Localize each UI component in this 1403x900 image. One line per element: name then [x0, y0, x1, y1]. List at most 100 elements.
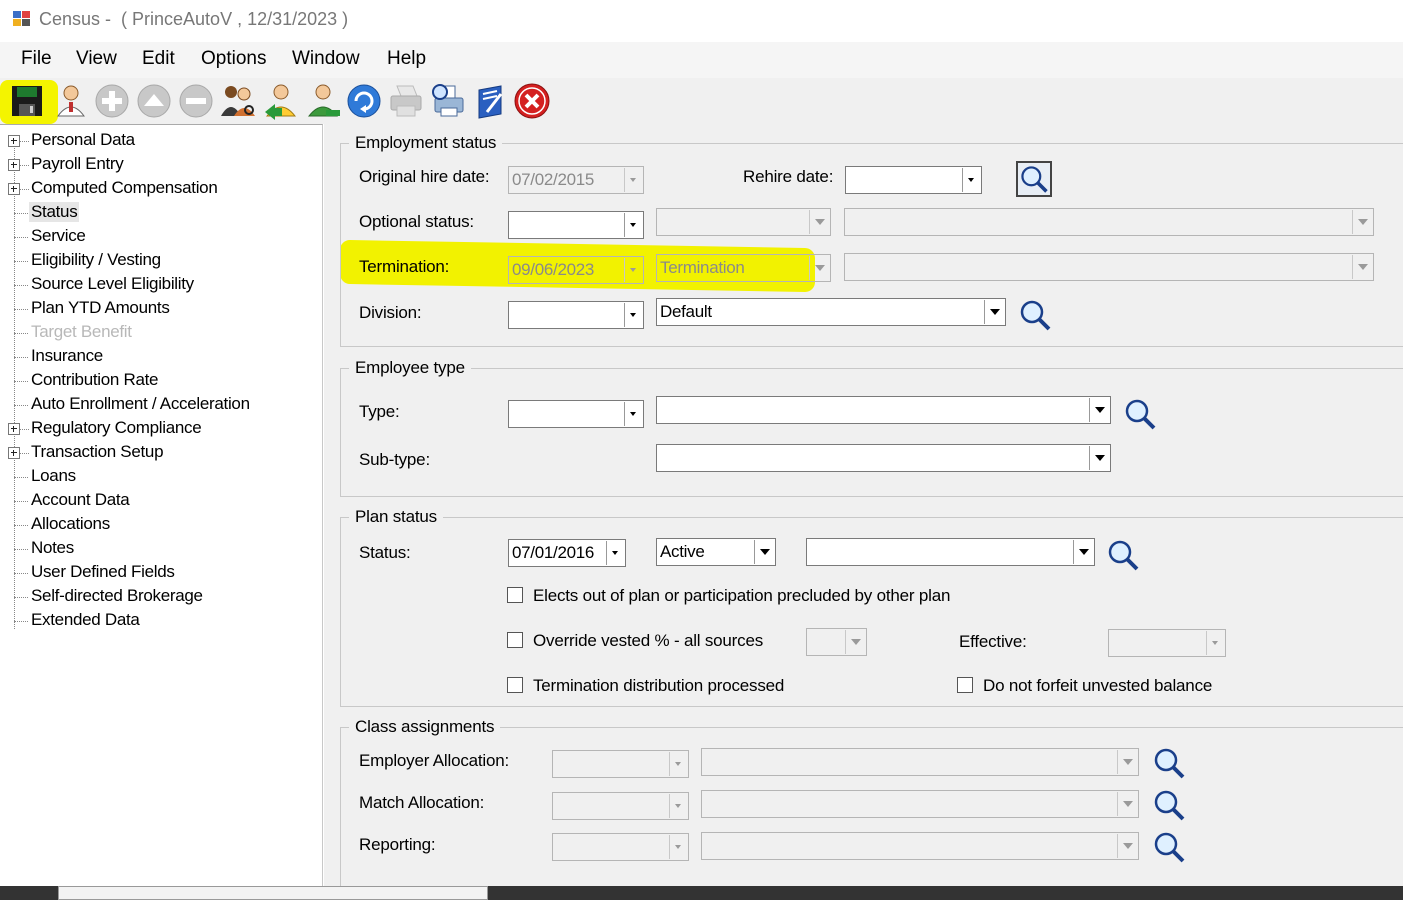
optional-status-description-select[interactable] — [844, 208, 1374, 236]
chevron-down-icon[interactable] — [1352, 210, 1372, 234]
search-icon[interactable] — [1151, 829, 1187, 865]
tree-item-service[interactable]: Service — [0, 225, 320, 249]
reporting-select[interactable] — [701, 832, 1139, 860]
do-not-forfeit-checkbox[interactable] — [957, 677, 973, 693]
expand-icon[interactable] — [8, 183, 20, 195]
reporting-date-field[interactable] — [552, 833, 689, 861]
chevron-down-icon[interactable] — [809, 256, 829, 280]
tree-item-allocations[interactable]: Allocations — [0, 513, 320, 537]
division-date-field[interactable] — [508, 301, 644, 329]
tree-item-plan-ytd-amounts[interactable]: Plan YTD Amounts — [0, 297, 320, 321]
match-allocation-date-field[interactable] — [552, 792, 689, 820]
employer-allocation-select[interactable] — [701, 748, 1139, 776]
search-icon[interactable] — [1151, 787, 1187, 823]
print-icon[interactable] — [387, 82, 425, 120]
calendar-dropdown-icon[interactable] — [624, 402, 642, 426]
search-icon[interactable] — [1151, 745, 1187, 781]
calendar-dropdown-icon[interactable] — [624, 303, 642, 327]
status-date-field[interactable]: 07/01/2016 — [508, 539, 626, 567]
tree-item-source-level-eligibility[interactable]: Source Level Eligibility — [0, 273, 320, 297]
menu-help[interactable]: Help — [387, 48, 426, 70]
search-icon[interactable] — [1105, 537, 1141, 573]
chevron-down-icon[interactable] — [1117, 792, 1137, 816]
taskbar-window-item[interactable] — [58, 886, 488, 900]
calendar-dropdown-icon[interactable] — [1206, 631, 1224, 655]
chevron-down-icon[interactable] — [809, 210, 829, 234]
chevron-down-icon[interactable] — [1117, 834, 1137, 858]
tree-item-contribution-rate[interactable]: Contribution Rate — [0, 369, 320, 393]
optional-status-date-field[interactable] — [508, 211, 644, 239]
calendar-dropdown-icon[interactable] — [669, 752, 687, 776]
menu-edit[interactable]: Edit — [142, 48, 175, 70]
menu-options[interactable]: Options — [201, 48, 266, 70]
print-preview-icon[interactable] — [429, 82, 467, 120]
tree-item-notes[interactable]: Notes — [0, 537, 320, 561]
tree-item-self-directed-brokerage[interactable]: Self-directed Brokerage — [0, 585, 320, 609]
status-description-select[interactable] — [806, 538, 1095, 566]
add-icon[interactable] — [93, 82, 131, 120]
person-edit-icon[interactable] — [304, 82, 342, 120]
chevron-down-icon[interactable] — [1352, 255, 1372, 279]
type-date-field[interactable] — [508, 400, 644, 428]
sub-type-select[interactable] — [656, 444, 1111, 472]
tree-item-loans[interactable]: Loans — [0, 465, 320, 489]
expand-icon[interactable] — [8, 135, 20, 147]
expand-icon[interactable] — [8, 159, 20, 171]
tree-item-status[interactable]: Status — [0, 201, 320, 225]
person-icon[interactable] — [52, 82, 90, 120]
menu-file[interactable]: File — [21, 48, 52, 70]
calendar-dropdown-icon[interactable] — [669, 835, 687, 859]
tree-item-user-defined-fields[interactable]: User Defined Fields — [0, 561, 320, 585]
expand-icon[interactable] — [8, 447, 20, 459]
up-icon[interactable] — [135, 82, 173, 120]
person-add-icon[interactable] — [262, 82, 300, 120]
calendar-dropdown-icon[interactable] — [962, 168, 980, 192]
search-icon[interactable] — [1017, 297, 1053, 333]
calendar-dropdown-icon[interactable] — [624, 168, 642, 192]
tree-item-regulatory-compliance[interactable]: Regulatory Compliance — [0, 417, 320, 441]
tree-item-insurance[interactable]: Insurance — [0, 345, 320, 369]
chevron-down-icon[interactable] — [1089, 398, 1109, 422]
search-icon[interactable] — [1016, 161, 1052, 197]
chevron-down-icon[interactable] — [1117, 750, 1137, 774]
tree-item-payroll-entry[interactable]: Payroll Entry — [0, 153, 320, 177]
elects-out-checkbox[interactable] — [507, 587, 523, 603]
chevron-down-icon[interactable] — [984, 300, 1004, 324]
tree-item-transaction-setup[interactable]: Transaction Setup — [0, 441, 320, 465]
termination-date-field[interactable]: 09/06/2023 — [508, 256, 644, 284]
chevron-down-icon[interactable] — [845, 630, 865, 654]
termination-distribution-checkbox[interactable] — [507, 677, 523, 693]
division-select[interactable]: Default — [656, 298, 1006, 326]
chevron-down-icon[interactable] — [1089, 446, 1109, 470]
tree-item-computed-compensation[interactable]: Computed Compensation — [0, 177, 320, 201]
chevron-down-icon[interactable] — [1073, 540, 1093, 564]
notes-icon[interactable] — [471, 82, 509, 120]
type-select[interactable] — [656, 396, 1111, 424]
rehire-date-field[interactable] — [845, 166, 982, 194]
tree-item-account-data[interactable]: Account Data — [0, 489, 320, 513]
calendar-dropdown-icon[interactable] — [624, 258, 642, 282]
tree-item-eligibility-vesting[interactable]: Eligibility / Vesting — [0, 249, 320, 273]
match-allocation-select[interactable] — [701, 790, 1139, 818]
tree-item-personal-data[interactable]: Personal Data — [0, 129, 320, 153]
override-vested-select[interactable] — [806, 628, 867, 656]
calendar-dropdown-icon[interactable] — [606, 541, 624, 565]
calendar-dropdown-icon[interactable] — [669, 794, 687, 818]
employer-allocation-date-field[interactable] — [552, 750, 689, 778]
menu-view[interactable]: View — [76, 48, 117, 70]
refresh-icon[interactable] — [345, 82, 383, 120]
save-icon[interactable] — [8, 82, 46, 120]
effective-date-field[interactable] — [1108, 629, 1226, 657]
termination-reason-select[interactable]: Termination — [656, 254, 831, 282]
search-icon[interactable] — [1122, 396, 1158, 432]
termination-description-select[interactable] — [844, 253, 1374, 281]
tree-item-auto-enrollment[interactable]: Auto Enrollment / Acceleration — [0, 393, 320, 417]
chevron-down-icon[interactable] — [754, 540, 774, 564]
expand-icon[interactable] — [8, 423, 20, 435]
override-vested-checkbox[interactable] — [507, 632, 523, 648]
menu-window[interactable]: Window — [292, 48, 360, 70]
status-select[interactable]: Active — [656, 538, 776, 566]
optional-status-select[interactable] — [656, 208, 831, 236]
remove-icon[interactable] — [177, 82, 215, 120]
original-hire-date-field[interactable]: 07/02/2015 — [508, 166, 644, 194]
